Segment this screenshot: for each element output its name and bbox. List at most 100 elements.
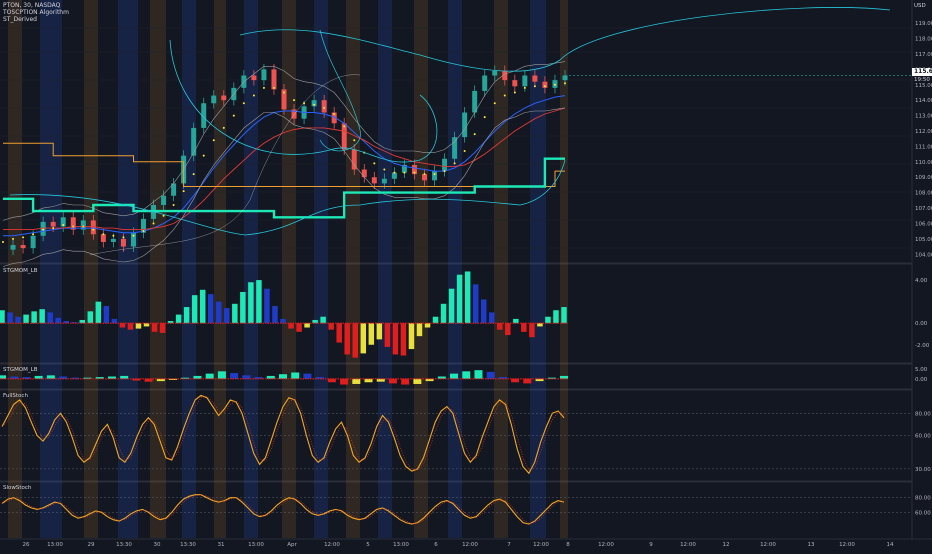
session-band-2 <box>84 0 98 538</box>
p2-bar-23 <box>279 374 287 379</box>
candle-body-37 <box>371 177 377 184</box>
pane2-label[interactable]: STGMOM_LB <box>3 367 38 373</box>
p2-bar-39 <box>474 370 483 379</box>
price-tick-label-6: 110.00 <box>915 160 932 166</box>
x-tick-label-9: 12:00 <box>324 542 340 548</box>
price-tick-label-5: 109.00 <box>915 175 932 181</box>
chart-stage[interactable]: 104.00 105.00 106.00 107.00 108.00 109.00 110.… <box>0 0 932 550</box>
trend-dot-46 <box>463 150 466 153</box>
trend-dot-27 <box>272 86 275 89</box>
candle-body-3 <box>30 235 36 249</box>
trend-dot-32 <box>323 106 326 109</box>
p1-bar-61 <box>488 312 495 324</box>
p1-bar-70 <box>561 307 567 324</box>
p2-bar-38 <box>462 371 471 379</box>
session-band-9 <box>314 0 328 538</box>
trend-dot-37 <box>373 162 376 165</box>
trend-dot-8 <box>82 225 85 228</box>
p1-bar-12 <box>95 301 102 324</box>
session-band-1 <box>40 0 62 538</box>
x-tick-label-21: 12:00 <box>760 542 776 548</box>
pane3-label[interactable]: FullStoch <box>3 393 28 399</box>
x-tick-label-24: 14 <box>887 542 894 548</box>
indicator-1-label[interactable]: TOSCPTION Algorithm <box>3 9 69 16</box>
session-band-13 <box>448 0 462 538</box>
price-tick-label-9: 113.00 <box>915 114 932 120</box>
p1-bar-11 <box>87 311 94 324</box>
p1-bar-16 <box>127 323 134 330</box>
trend-dot-34 <box>343 125 346 128</box>
candle-body-5 <box>50 221 56 227</box>
trend-dot-39 <box>393 171 396 174</box>
trend-dot-2 <box>22 236 25 239</box>
x-tick-label-7: 13:00 <box>248 542 264 548</box>
trend-dot-17 <box>172 203 175 206</box>
candle-body-44 <box>442 158 448 172</box>
p1-bar-57 <box>456 274 463 324</box>
p1-bar-26 <box>207 294 214 324</box>
price-tick-label-11: 115.00 <box>915 83 932 89</box>
p1-bar-1 <box>7 312 13 324</box>
p1-bar-13 <box>103 305 110 324</box>
x-tick-label-5: 13:30 <box>180 542 196 548</box>
p1-bar-6 <box>47 312 53 324</box>
trend-dot-49 <box>493 102 496 105</box>
currency-label: USD <box>914 3 926 9</box>
trend-dot-20 <box>202 154 205 157</box>
candle-body-46 <box>462 112 468 138</box>
price-tick-label-14: 118.00 <box>915 37 932 43</box>
x-tick-label-19: 12:00 <box>680 542 696 548</box>
trend-dot-4 <box>42 228 45 231</box>
trend-dot-16 <box>162 214 165 217</box>
pane4-label[interactable]: SlowStoch <box>3 485 31 491</box>
p1-bar-23 <box>183 307 190 324</box>
trend-dot-23 <box>232 114 235 117</box>
p1-bar-59 <box>472 284 479 324</box>
x-tick-label-20: 12 <box>723 542 730 548</box>
p1-bar-40 <box>320 316 326 324</box>
trend-dot-26 <box>262 86 265 89</box>
chart-canvas[interactable]: 104.00 105.00 106.00 107.00 108.00 109.00 110.… <box>0 0 932 550</box>
x-tick-label-23: 12:00 <box>839 542 855 548</box>
trend-dot-45 <box>453 162 456 165</box>
indicator-2-label[interactable]: ST_Derived <box>3 16 69 23</box>
p2-bar-25 <box>303 373 312 379</box>
p2-bar-37 <box>450 373 459 379</box>
x-tick-label-2: 29 <box>88 542 95 548</box>
session-band-11 <box>378 0 392 538</box>
p1-bar-15 <box>119 323 126 328</box>
trend-dot-9 <box>92 228 95 231</box>
p1-bar-28 <box>224 308 230 324</box>
p2-bar-40 <box>486 371 495 379</box>
candle-body-32 <box>321 100 327 113</box>
trend-dot-54 <box>543 85 546 88</box>
trend-dot-33 <box>333 113 336 116</box>
p2-bar-35 <box>425 378 434 382</box>
p1-bar-52 <box>416 323 423 337</box>
session-band-6 <box>214 0 226 538</box>
p1-bar-25 <box>199 289 206 324</box>
candle-body-22 <box>221 95 227 101</box>
candle-body-43 <box>432 171 438 181</box>
price-tick-label-2: 106.00 <box>915 221 932 227</box>
candle-body-48 <box>482 75 488 91</box>
bar-countdown: 19:50 <box>914 77 930 83</box>
p1-bar-50 <box>400 323 407 356</box>
pane1-label[interactable]: STGMOM_LB <box>3 268 38 274</box>
trend-dot-47 <box>473 133 476 136</box>
p4-tick-0: 80.00 <box>915 496 931 502</box>
trend-dot-7 <box>72 225 75 228</box>
trend-dot-53 <box>533 85 536 88</box>
header-legend: PTON, 30, NASDAQ TOSCPTION Algorithm ST_… <box>3 2 69 23</box>
p1-bar-32 <box>256 280 262 324</box>
candle-body-11 <box>110 238 116 242</box>
price-tick-label-15: 119.00 <box>915 21 932 27</box>
p1-bar-14 <box>111 318 118 324</box>
p1-bar-51 <box>408 323 415 350</box>
trend-dot-43 <box>433 173 436 176</box>
p2-bar-44 <box>535 378 544 382</box>
p1-bar-35 <box>280 318 286 324</box>
p1-bar-30 <box>240 291 246 324</box>
symbol-line[interactable]: PTON, 30, NASDAQ <box>3 2 69 9</box>
p1-bar-66 <box>529 323 535 338</box>
